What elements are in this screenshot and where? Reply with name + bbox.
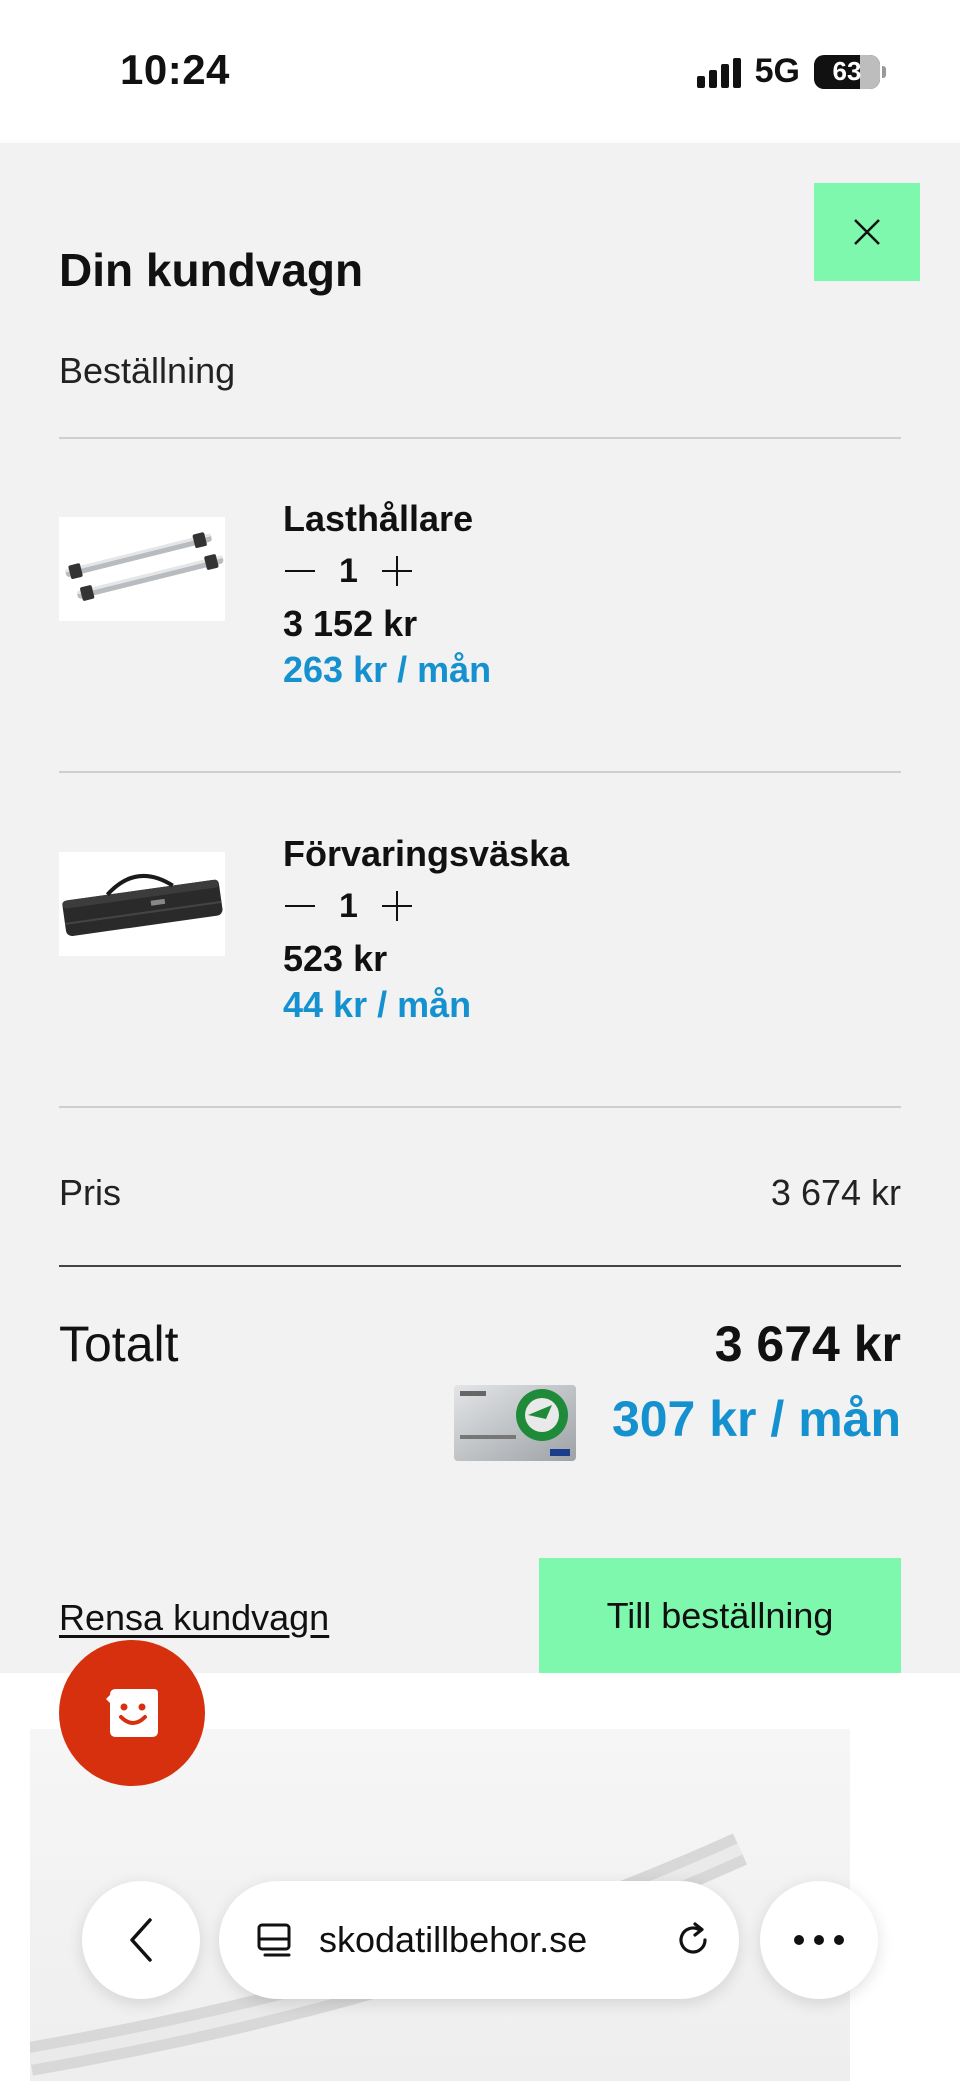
status-bar: 10:24 5G 63: [0, 0, 960, 143]
plus-icon[interactable]: [380, 889, 414, 923]
quantity-value: 1: [339, 551, 358, 590]
item-name[interactable]: Förvaringsväska: [283, 832, 569, 876]
minus-icon[interactable]: [283, 554, 317, 588]
back-button[interactable]: [82, 1881, 200, 1999]
quantity-value: 1: [339, 886, 358, 925]
tabs-icon: [257, 1923, 291, 1957]
cart-panel: Din kundvagn Beställning Lasthållare 1 3…: [0, 143, 960, 1673]
roof-rack-image[interactable]: [59, 517, 225, 621]
cart-item: Förvaringsväska 1 523 kr 44 kr / mån: [59, 832, 901, 1052]
reload-icon[interactable]: [673, 1920, 713, 1960]
item-monthly-price: 44 kr / mån: [283, 984, 472, 1025]
url-text: skodatillbehor.se: [319, 1919, 588, 1960]
status-time: 10:24: [120, 46, 230, 93]
network-type: 5G: [754, 52, 800, 90]
clear-cart-link[interactable]: Rensa kundvagn: [59, 1597, 329, 1639]
total-label: Totalt: [59, 1316, 179, 1372]
item-price: 523 kr: [283, 938, 388, 979]
chevron-left-icon: [130, 1918, 152, 1962]
storage-bag-image[interactable]: [59, 852, 225, 956]
item-info: Lasthållare 1 3 152 kr 263 kr / mån: [283, 497, 491, 693]
cart-item: Lasthållare 1 3 152 kr 263 kr / mån: [59, 497, 901, 717]
signal-icon: [696, 56, 741, 88]
item-name[interactable]: Lasthållare: [283, 497, 491, 541]
chat-button[interactable]: [59, 1640, 205, 1786]
cart-title: Din kundvagn: [59, 244, 364, 296]
price-value: 3 674 kr: [770, 1172, 901, 1213]
more-options-button[interactable]: [760, 1881, 878, 1999]
battery-icon: 63: [814, 54, 886, 89]
item-monthly-price: 263 kr / mån: [283, 649, 492, 690]
item-price: 3 152 kr: [283, 603, 418, 644]
quantity-stepper: 1: [283, 549, 491, 593]
order-label: Beställning: [59, 350, 236, 391]
more-dots-icon: [794, 1935, 844, 1945]
battery-level: 63: [832, 56, 862, 86]
plus-icon[interactable]: [380, 554, 414, 588]
status-indicators: 5G 63: [696, 52, 886, 91]
divider: [59, 437, 901, 439]
url-bar[interactable]: skodatillbehor.se: [219, 1881, 739, 1999]
checkout-button[interactable]: Till beställning: [539, 1558, 901, 1673]
quantity-stepper: 1: [283, 884, 569, 928]
chat-smile-icon: [106, 1689, 158, 1737]
total-monthly-price: 307 kr / mån: [611, 1391, 901, 1447]
divider: [59, 771, 901, 773]
price-label: Pris: [59, 1172, 121, 1213]
item-info: Förvaringsväska 1 523 kr 44 kr / mån: [283, 832, 569, 1028]
price-row: Pris 3 674 kr: [59, 1172, 901, 1214]
divider: [59, 1106, 901, 1108]
close-icon: [854, 219, 880, 245]
close-button[interactable]: [814, 183, 920, 281]
total-amount: 3 674 kr: [714, 1316, 901, 1372]
minus-icon[interactable]: [283, 889, 317, 923]
divider: [59, 1265, 901, 1267]
skoda-card-image: [454, 1385, 576, 1461]
